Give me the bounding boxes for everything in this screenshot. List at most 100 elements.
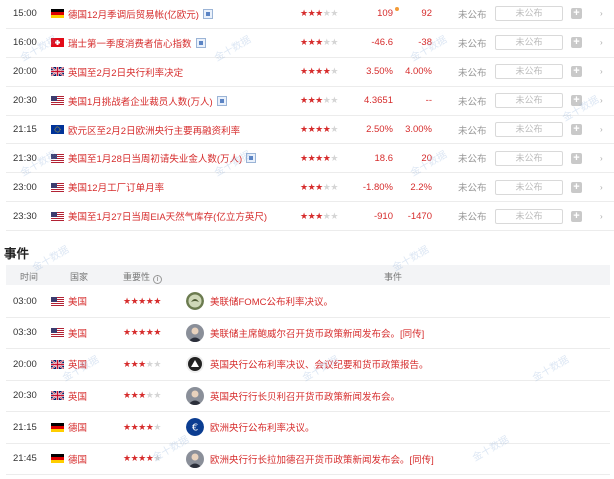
row-time: 21:30 [13,152,37,164]
add-plus-button[interactable]: + [571,210,582,222]
header-time: 时间 [20,272,39,282]
chart-tag-icon[interactable] [216,95,227,106]
event-row[interactable]: 21:45 德国 ★★★★★ 欧洲央行行长拉加德召开货币政策新闻发布会。[同传] [6,444,610,475]
events-table-header: 时间 国家 重要性 i 事件 [6,265,610,285]
chart-tag-icon[interactable] [246,153,257,164]
add-plus-button[interactable]: + [571,95,582,107]
actual-input-field[interactable]: 未公布 [495,179,563,195]
forecast-value: 2.2% [410,181,432,193]
chevron-right-icon[interactable]: › [600,67,603,76]
flag-us-icon [51,96,64,106]
forecast-value: 92 [421,8,432,20]
importance-stars: ★★★★★ [123,327,161,338]
svg-text:€: € [192,423,198,434]
data-row[interactable]: 20:00 英国至2月2日央行利率决定 ★★★★★ 3.50% 4.00% 未公布 未公布 +… [6,58,614,87]
importance-stars: ★★★★★ [123,358,161,369]
indicator-name[interactable]: 美国1月挑战者企业裁员人数(万人) [68,94,227,108]
indicator-name[interactable]: 欧元区至2月2日欧洲央行主要再融资利率 [68,123,240,137]
flag-de-icon [51,422,64,432]
actual-input-field[interactable]: 未公布 [495,150,563,166]
flag-us-icon [51,328,64,338]
person-portrait-icon [186,323,204,342]
actual-input-field[interactable]: 未公布 [495,93,563,109]
indicator-name[interactable]: 瑞士第一季度消费者信心指数 [68,36,206,50]
event-row[interactable]: 03:00 美国 ★★★★★ 美联储FOMC公布利率决议。 [6,286,610,318]
actual-value: 未公布 [458,67,487,79]
forecast-value: 3.00% [405,124,432,135]
data-row[interactable]: 23:30 美国至1月27日当周EIA天然气库存(亿立方英尺) ★★★★★ -910-… [6,202,614,232]
indicator-name-text: 英国至2月2日央行利率决定 [68,67,184,79]
event-time: 20:00 [13,358,37,370]
event-description[interactable]: 英国央行公布利率决议、会议纪要和货币政策报告。 [210,357,429,371]
header-importance-label: 重要性 [123,272,151,282]
importance-stars: ★★★★★ [123,421,161,432]
event-row[interactable]: 03:30 美国 ★★★★★ 美联储主席鲍威尔召开货币政策新闻发布会。[同传] [6,318,610,349]
header-event: 事件 [384,272,403,282]
event-description[interactable]: 美联储FOMC公布利率决议。 [210,294,333,308]
add-plus-button[interactable]: + [571,181,582,193]
data-row[interactable]: 21:15 欧元区至2月2日欧洲央行主要再融资利率 ★★★★★ 2.50% 3.00% 未… [6,116,614,145]
actual-value: 未公布 [458,96,487,108]
boe-logo-icon [186,355,204,374]
event-time: 21:45 [13,453,37,465]
actual-input-field[interactable]: 未公布 [495,64,563,80]
data-row[interactable]: 21:30 美国至1月28日当周初请失业金人数(万人) ★★★★★ 18.6 20 未公布… [6,144,614,174]
event-row[interactable]: 20:00 英国 ★★★★★ 英国央行公布利率决议、会议纪要和货币政策报告。 [6,349,610,381]
add-plus-button[interactable]: + [571,124,582,135]
flag-us-icon [51,182,64,192]
indicator-name[interactable]: 美国至1月27日当周EIA天然气库存(亿立方英尺) [68,209,267,223]
indicator-name[interactable]: 美国12月工厂订单月率 [68,180,164,194]
event-description[interactable]: 欧洲央行公布利率决议。 [210,420,315,434]
info-icon[interactable]: i [153,275,163,284]
indicator-name[interactable]: 德国12月季调后贸易帐(亿欧元) [68,7,213,21]
event-time: 20:30 [13,390,37,402]
flag-gb-icon [50,359,65,370]
chart-tag-icon[interactable] [195,37,206,48]
chart-tag-icon[interactable] [202,8,213,19]
chevron-right-icon[interactable]: › [600,96,603,105]
event-row[interactable]: 21:15 德国 ★★★★★ € 欧洲央行公布利率决议。 [6,412,610,444]
indicator-name[interactable]: 美国至1月28日当周初请失业金人数(万人) [68,151,257,166]
importance-stars: ★★★★★ [123,390,161,401]
person-portrait-icon [186,386,204,405]
flag-us-icon [51,153,64,163]
event-row[interactable]: 20:30 英国 ★★★★★ 英国央行行长贝利召开货币政策新闻发布会。 [6,381,610,412]
data-row[interactable]: 20:30 美国1月挑战者企业裁员人数(万人) ★★★★★ 4.3651 -- 未公布 未公… [6,87,614,116]
add-plus-button[interactable]: + [571,8,582,20]
ecb-euro-logo-icon: € [186,418,204,437]
event-country: 英国 [68,391,88,403]
economic-data-table: 15:00 德国12月季调后贸易帐(亿欧元) ★★★★★ 109 92 未公布 未公布 + › 1… [6,0,614,232]
data-row[interactable]: 16:00 瑞士第一季度消费者信心指数 ★★★★★ -46.6 -38 未公布 未公布 + › [6,29,614,58]
flag-us-icon [51,211,64,221]
chevron-right-icon[interactable]: › [600,38,603,47]
flag-ch-icon [51,38,64,48]
actual-input-field[interactable]: 未公布 [495,208,563,224]
actual-input-field[interactable]: 未公布 [495,35,563,51]
add-plus-button[interactable]: + [571,37,582,49]
indicator-name[interactable]: 英国至2月2日央行利率决定 [68,65,183,79]
flag-us-icon [51,296,64,306]
event-time: 03:30 [13,327,37,339]
importance-stars: ★★★★★ [123,453,161,464]
actual-value: 未公布 [458,183,487,195]
event-description[interactable]: 美联储主席鲍威尔召开货币政策新闻发布会。[同传] [210,326,424,340]
chevron-right-icon[interactable]: › [600,183,603,192]
data-row[interactable]: 15:00 德国12月季调后贸易帐(亿欧元) ★★★★★ 109 92 未公布 未公布 + › [6,0,614,29]
fed-seal-icon [186,292,204,311]
person-portrait-icon [186,449,204,468]
data-row[interactable]: 23:00 美国12月工厂订单月率 ★★★★★ -1.80% 2.2% 未公布 未公布 + › [6,173,614,203]
chevron-right-icon[interactable]: › [600,9,603,18]
indicator-name-text: 美国至1月28日当周初请失业金人数(万人) [68,154,243,166]
chevron-right-icon[interactable]: › [600,212,603,221]
event-description[interactable]: 英国央行行长贝利召开货币政策新闻发布会。 [210,389,400,403]
add-plus-button[interactable]: + [571,66,582,78]
event-description[interactable]: 欧洲央行行长拉加德召开货币政策新闻发布会。[同传] [210,452,434,466]
actual-input-field[interactable]: 未公布 [495,122,563,137]
flag-eu-icon [51,125,64,134]
row-time: 15:00 [13,8,37,20]
chevron-right-icon[interactable]: › [600,125,603,134]
add-plus-button[interactable]: + [571,152,582,164]
chevron-right-icon[interactable]: › [600,154,603,163]
event-time: 21:15 [13,421,37,433]
actual-input-field[interactable]: 未公布 [495,6,563,22]
